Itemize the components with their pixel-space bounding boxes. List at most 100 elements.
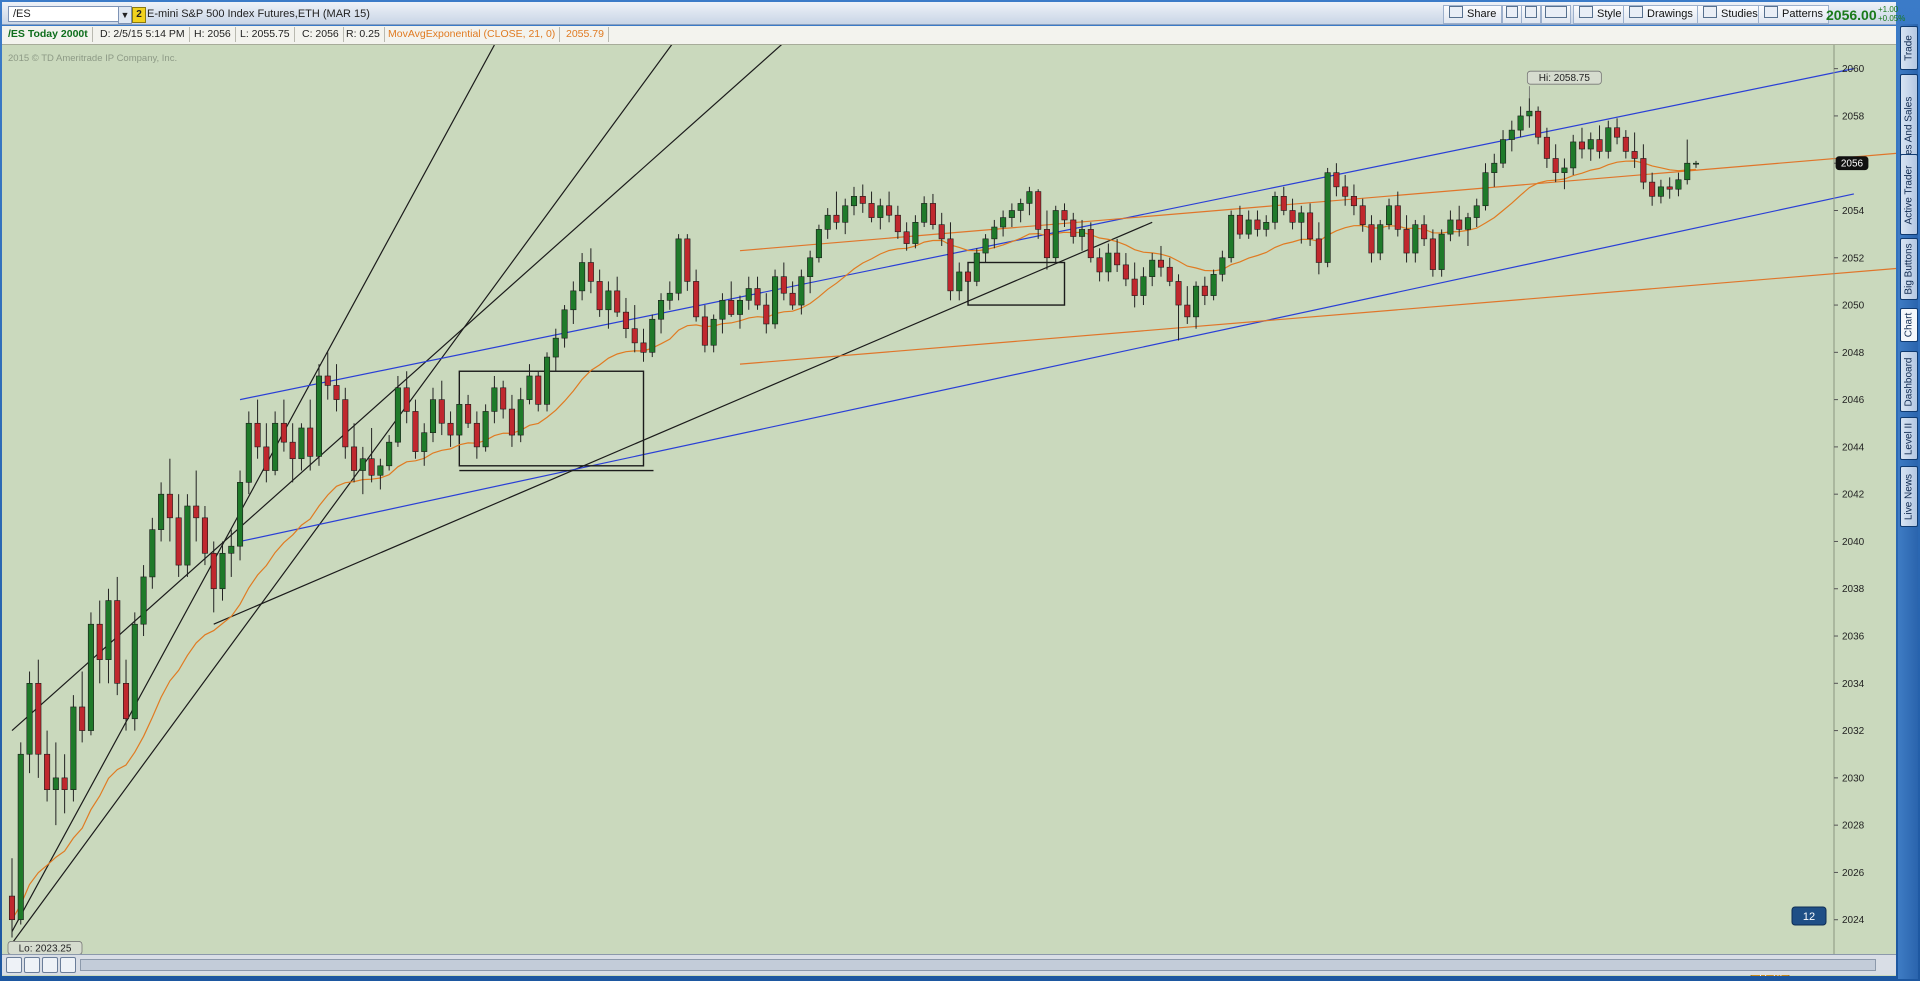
candle-down [1342,186,1349,197]
patterns-button[interactable]: Patterns [1758,5,1829,24]
candles [8,98,1700,938]
candle-down [1631,151,1638,159]
candle-down [1114,252,1121,266]
chart-name[interactable]: /ES Today 2000t [4,27,93,42]
bar-range: R: 0.25 [342,27,385,42]
studies-button[interactable]: Studies [1697,5,1764,24]
candle-down [254,422,261,448]
candle-up [228,545,235,554]
candle-up [1412,224,1419,254]
candle-down [1166,266,1173,282]
study-name[interactable]: MovAvgExponential (CLOSE, 21, 0) [384,27,561,42]
price-tick-label: 2060 [1842,64,1865,75]
price-chart[interactable]: 2022202420262028203020322034203620382040… [2,45,1896,976]
settings-button[interactable] [1521,5,1541,24]
chart-toolbar: /ES ▼ 2 E-mini S&P 500 Index Futures,ETH… [2,2,1906,25]
horizontal-scrollbar[interactable] [80,959,1876,971]
wrench-icon [1506,6,1518,18]
candle-up [359,458,366,471]
candle-up [1271,196,1279,223]
study-value: 2055.79 [562,27,609,42]
candle-down [500,387,507,410]
candle-down [780,276,787,294]
candle-down [1666,186,1673,190]
candle-up [912,222,919,244]
zoom-icon[interactable] [24,957,40,973]
candle-up [605,290,612,311]
candle-down [1394,205,1401,230]
candle-up [315,375,322,457]
tab-dashboard[interactable]: Dashboard [1900,351,1918,412]
candle-down [587,262,594,282]
candle-down [342,399,349,448]
tab-trade[interactable]: Trade [1900,26,1918,70]
candle-up [877,205,884,218]
bar-close: C: 2056 [298,27,344,42]
candle-down [1236,214,1243,235]
price-axis[interactable]: 2022202420262028203020322034203620382040… [1833,45,1865,974]
candle-up [1684,162,1691,181]
candle-down [1122,264,1129,280]
chart-type-button[interactable] [1541,5,1571,24]
ema-study [11,160,1697,921]
drawings-label: Drawings [1647,8,1693,20]
pan-icon[interactable] [42,957,58,973]
candle-up [1245,219,1252,235]
price-tick-label: 2042 [1842,490,1865,501]
candle-down [412,411,419,452]
candle-down [35,683,42,755]
tab-level-ii[interactable]: Level II [1900,417,1918,460]
symbol-input[interactable]: /ES [8,6,122,22]
tab-live-news[interactable]: Live News [1900,466,1918,527]
candle-up [1526,110,1533,117]
candle-down [307,427,314,457]
user-drawings[interactable] [11,45,1896,944]
tab-active-trader[interactable]: Active Trader [1900,154,1918,235]
candle-down [789,292,796,306]
candle-up [772,276,779,325]
drawings-button[interactable]: Drawings [1623,5,1699,24]
symbol-dropdown-button[interactable]: ▼ [118,6,132,24]
link-group-badge[interactable]: 2 [132,7,146,23]
studies-label: Studies [1721,8,1758,20]
window-frame: /ES ▼ 2 E-mini S&P 500 Index Futures,ETH… [0,0,1920,981]
candle-down [324,375,331,386]
candle-down [1096,257,1103,273]
candle-up [1447,219,1454,235]
tab-chart[interactable]: Chart [1900,308,1918,342]
candle-up [1008,210,1015,218]
right-side-tabs: Trade Times And Sales Active Trader Big But… [1898,24,1918,979]
candle-down [166,493,173,519]
candle-up [1079,229,1086,237]
candle-up [561,309,568,339]
pointer-icon[interactable] [60,957,76,973]
bar-low: L: 2055.75 [236,27,295,42]
candle-down [1640,158,1647,183]
candle-up [658,300,665,320]
percent-change: +0.05% [1878,14,1906,23]
style-label: Style [1597,8,1622,20]
chart-area[interactable]: 2022202420262028203020322034203620382040… [2,45,1896,976]
share-button[interactable]: Share [1443,5,1503,24]
candle-up [245,422,252,483]
candle-down [1622,136,1629,152]
tools-button[interactable] [1502,5,1522,24]
candle-up [1657,186,1664,197]
candle-down [79,706,86,731]
candle-up [1587,139,1594,150]
candle-up [1149,259,1156,277]
candle-down [210,552,217,590]
candle-up [1219,257,1226,275]
candle-down [1421,224,1428,240]
candle-up [237,482,244,547]
candle-up [1482,172,1489,207]
candle-up [956,271,963,292]
candle-down [1578,141,1585,150]
tab-big-buttons[interactable]: Big Buttons [1900,238,1918,300]
candle-down [1614,127,1621,138]
candle-up [386,441,393,467]
crosshair-icon[interactable] [6,957,22,973]
candle-down [903,231,910,244]
candle-up [736,300,743,315]
style-button[interactable]: Style [1573,5,1628,24]
